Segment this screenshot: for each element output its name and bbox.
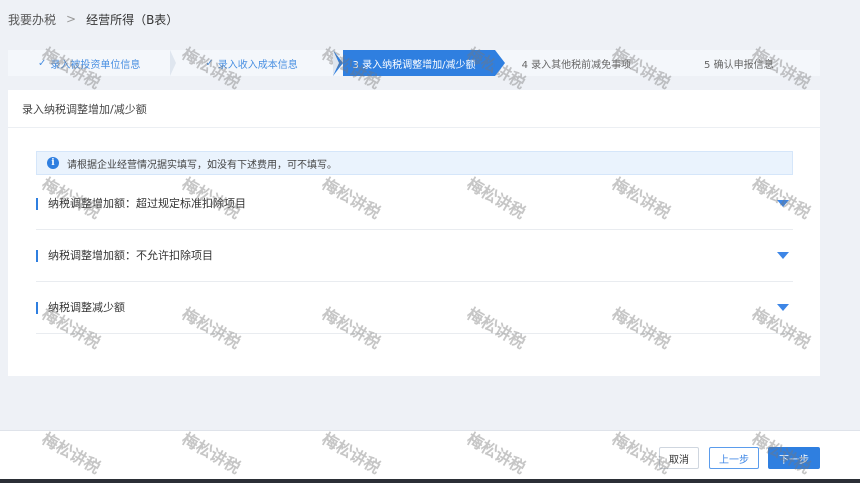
previous-step-button[interactable]: 上一步 <box>709 447 759 469</box>
check-icon: ✓ <box>38 57 47 69</box>
step-4-label: 4 录入其他税前减免事项 <box>521 59 632 71</box>
cancel-button[interactable]: 取消 <box>659 447 699 469</box>
step-5: 5 确认申报信息 <box>658 50 820 76</box>
step-3[interactable]: 3 录入纳税调整增加/减少额 <box>332 50 506 76</box>
step-3-label: 3 录入纳税调整增加/减少额 <box>352 59 476 71</box>
section-label: 纳税调整增加额：超过规定标准扣除项目 <box>36 197 246 210</box>
step-2-label: 录入收入成本信息 <box>217 59 298 71</box>
info-icon: i <box>47 157 59 169</box>
caret-down-icon[interactable] <box>777 200 789 207</box>
breadcrumb-root[interactable]: 我要办税 <box>8 11 56 28</box>
caret-down-icon[interactable] <box>777 252 789 259</box>
notice-text: 请根据企业经营情况据实填写，如没有下述费用，可不填写。 <box>67 159 337 171</box>
section-label: 纳税调整减少额 <box>36 301 125 314</box>
section-increase-over-limit[interactable]: 纳税调整增加额：超过规定标准扣除项目 <box>36 178 793 230</box>
step-1[interactable]: ✓ 录入被投资单位信息 <box>8 50 177 76</box>
breadcrumb-separator: > <box>66 12 77 26</box>
step-progress-bar: ✓ 录入被投资单位信息 ✓ 录入收入成本信息 3 录入纳税调整增加/减少额 4 … <box>8 50 820 76</box>
step-2[interactable]: ✓ 录入收入成本信息 <box>170 50 340 76</box>
section-decrease[interactable]: 纳税调整减少额 <box>36 282 793 334</box>
step-4: 4 录入其他税前减免事项 <box>495 50 657 76</box>
step-1-label: 录入被投资单位信息 <box>50 59 141 71</box>
taskbar-strip <box>0 479 860 483</box>
next-step-button[interactable]: 下一步 <box>768 447 820 469</box>
breadcrumb-current: 经营所得（B表） <box>86 12 179 27</box>
breadcrumb: 我要办税 > 经营所得（B表） <box>0 0 860 38</box>
footer-bar: 取消 上一步 下一步 <box>0 430 860 479</box>
main-panel: 录入纳税调整增加/减少额 i 请根据企业经营情况据实填写，如没有下述费用，可不填… <box>8 90 820 376</box>
step-5-label: 5 确认申报信息 <box>704 59 774 71</box>
panel-title: 录入纳税调整增加/减少额 <box>8 90 820 128</box>
section-increase-not-allowed[interactable]: 纳税调整增加额：不允许扣除项目 <box>36 230 793 282</box>
notice-banner: i 请根据企业经营情况据实填写，如没有下述费用，可不填写。 <box>36 151 793 175</box>
check-icon: ✓ <box>205 57 214 69</box>
caret-down-icon[interactable] <box>777 304 789 311</box>
section-label: 纳税调整增加额：不允许扣除项目 <box>36 249 213 262</box>
